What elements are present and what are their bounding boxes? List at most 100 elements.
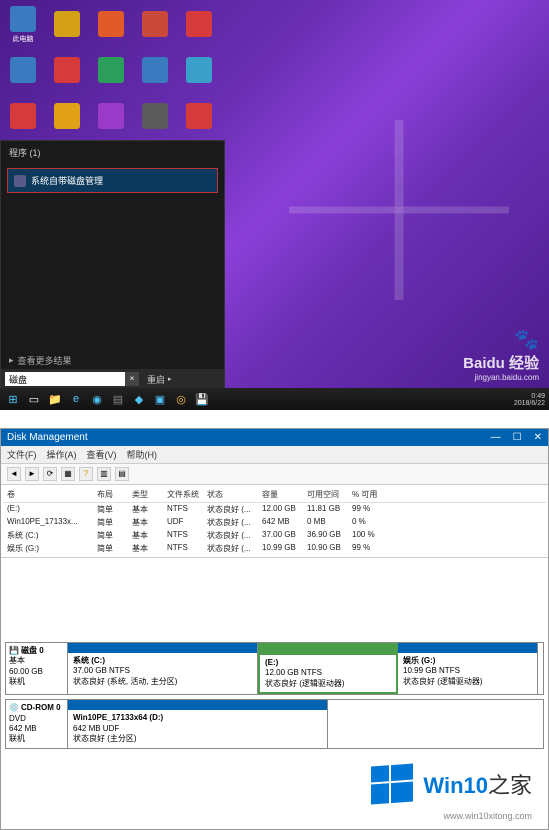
cdrom-row: 💿CD-ROM 0 DVD 642 MB 联机 Win10PE_17133x64…: [5, 699, 544, 749]
search-arrow-icon: ▸: [9, 355, 14, 366]
logo-area: Win10之家: [1, 757, 548, 811]
desktop-icon[interactable]: [137, 51, 173, 91]
back-button[interactable]: ◄: [7, 467, 21, 481]
menu-item[interactable]: 帮助(H): [127, 450, 158, 460]
chevron-right-icon: ▸: [168, 375, 172, 383]
cdrom-name: CD-ROM 0: [21, 703, 61, 713]
cdrom-status: 联机: [9, 734, 64, 744]
windows-logo-icon: [371, 763, 413, 804]
view2-button[interactable]: ▤: [115, 467, 129, 481]
desktop-icons-grid: 此电脑: [5, 5, 219, 137]
column-header[interactable]: 卷: [7, 489, 97, 500]
refresh-button[interactable]: ⟳: [43, 467, 57, 481]
edge-icon[interactable]: ◉: [88, 391, 106, 407]
system-tray: 0:49 2018/6/22: [514, 393, 545, 407]
desktop-icon[interactable]: 此电脑: [5, 5, 41, 45]
menu-item[interactable]: 查看(V): [87, 450, 117, 460]
props-button[interactable]: ▦: [61, 467, 75, 481]
disk-mgmt-icon[interactable]: 💾: [193, 391, 211, 407]
view-button[interactable]: ▥: [97, 467, 111, 481]
disk-name: 磁盘 0: [21, 646, 44, 656]
desktop-icon[interactable]: [93, 51, 129, 91]
paw-icon: 🐾: [514, 329, 539, 351]
desktop-icon[interactable]: [181, 5, 217, 45]
disk-graphical-view: 💾磁盘 0 基本 60.00 GB 联机 系统 (C:)37.00 GB NTF…: [1, 638, 548, 757]
shutdown-label: 重启: [147, 373, 165, 386]
column-header[interactable]: 容量: [262, 489, 307, 500]
column-header[interactable]: 类型: [132, 489, 167, 500]
column-header[interactable]: % 可用: [352, 489, 387, 500]
table-row[interactable]: Win10PE_17133x...简单基本UDF状态良好 (...642 MB0…: [3, 516, 546, 529]
disk-0-row: 💾磁盘 0 基本 60.00 GB 联机 系统 (C:)37.00 GB NTF…: [5, 642, 544, 695]
desktop-icon[interactable]: [49, 51, 85, 91]
taskview-icon[interactable]: ▭: [25, 391, 43, 407]
fwd-button[interactable]: ►: [25, 467, 39, 481]
disk-type: 基本: [9, 656, 64, 666]
watermark-brand: Baidu 经验: [463, 355, 539, 372]
table-row[interactable]: (E:)简单基本NTFS状态良好 (...12.00 GB11.81 GB99 …: [3, 503, 546, 516]
desktop-icon[interactable]: [93, 97, 129, 137]
desktop-screenshot: 此电脑 程序 (1) 系统自带磁盘管理 ▸ 查看更多结果 × 重启 ▸ ⊞ ▭ …: [0, 0, 549, 410]
shutdown-button[interactable]: 重启 ▸: [147, 373, 172, 386]
volume-list: 卷布局类型文件系统状态容量可用空间% 可用 (E:)简单基本NTFS状态良好 (…: [1, 485, 548, 558]
partition[interactable]: Win10PE_17133x64 (D:) 642 MB UDF 状态良好 (主…: [68, 700, 328, 748]
disk-size: 60.00 GB: [9, 667, 64, 677]
folder-icon[interactable]: 📁: [46, 391, 64, 407]
ie-icon[interactable]: e: [67, 391, 85, 407]
cdrom-label[interactable]: 💿CD-ROM 0 DVD 642 MB 联机: [6, 700, 68, 748]
app-icon-4[interactable]: ◎: [172, 391, 190, 407]
table-row[interactable]: 系统 (C:)简单基本NTFS状态良好 (...37.00 GB36.90 GB…: [3, 529, 546, 542]
watermark-url: jingyan.baidu.com: [463, 373, 539, 382]
more-results-link[interactable]: ▸ 查看更多结果: [9, 354, 72, 367]
search-result-label: 系统自带磁盘管理: [31, 174, 103, 187]
menu-item[interactable]: 文件(F): [7, 450, 37, 460]
panel-header: 程序 (1): [1, 141, 224, 164]
part-name: Win10PE_17133x64 (D:): [73, 713, 163, 722]
search-bar: × 重启 ▸: [1, 369, 224, 389]
part-status: 状态良好 (主分区): [73, 734, 137, 743]
cdrom-type: DVD: [9, 714, 64, 724]
part-size: 642 MB UDF: [73, 724, 119, 733]
wallpaper-graphic: [289, 120, 509, 300]
minimize-icon[interactable]: —: [491, 432, 501, 443]
disk-0-label[interactable]: 💾磁盘 0 基本 60.00 GB 联机: [6, 643, 68, 694]
desktop-icon[interactable]: [49, 97, 85, 137]
search-result-item[interactable]: 系统自带磁盘管理: [7, 168, 218, 193]
tray-date: 2018/6/22: [514, 400, 545, 407]
column-header[interactable]: 布局: [97, 489, 132, 500]
desktop-icon[interactable]: [137, 97, 173, 137]
column-header[interactable]: 文件系统: [167, 489, 207, 500]
desktop-icon[interactable]: [181, 51, 217, 91]
spacer: [1, 558, 548, 638]
desktop-icon[interactable]: [93, 5, 129, 45]
desktop-icon[interactable]: [5, 97, 41, 137]
column-header[interactable]: 状态: [207, 489, 262, 500]
maximize-icon[interactable]: ☐: [513, 432, 522, 443]
help-button[interactable]: ?: [79, 467, 93, 481]
baidu-watermark: 🐾 Baidu 经验 jingyan.baidu.com: [463, 327, 539, 382]
start-button[interactable]: ⊞: [4, 391, 22, 407]
menu-bar: 文件(F) 操作(A) 查看(V) 帮助(H): [1, 446, 548, 464]
partition[interactable]: 娱乐 (G:)10.99 GB NTFS状态良好 (逻辑驱动器): [398, 643, 538, 694]
clear-icon[interactable]: ×: [125, 372, 139, 386]
disk-icon: [14, 175, 26, 187]
logo-url: www.win10xitong.com: [1, 811, 548, 829]
taskbar: ⊞ ▭ 📁 e ◉ ▤ ◆ ▣ ◎ 💾: [0, 388, 549, 410]
menu-item[interactable]: 操作(A): [47, 450, 77, 460]
desktop-icon[interactable]: [181, 97, 217, 137]
close-icon[interactable]: ✕: [534, 432, 542, 443]
app-icon-2[interactable]: ◆: [130, 391, 148, 407]
search-input[interactable]: [5, 372, 125, 386]
partition[interactable]: (E:)12.00 GB NTFS状态良好 (逻辑驱动器): [258, 643, 398, 694]
disk-management-window: Disk Management — ☐ ✕ 文件(F)操作(A)查看(V)帮助(…: [0, 428, 549, 830]
app-icon-3[interactable]: ▣: [151, 391, 169, 407]
desktop-icon[interactable]: [49, 5, 85, 45]
cdrom-size: 642 MB: [9, 724, 64, 734]
partition[interactable]: 系统 (C:)37.00 GB NTFS状态良好 (系统, 活动, 主分区): [68, 643, 258, 694]
table-row[interactable]: 娱乐 (G:)简单基本NTFS状态良好 (...10.99 GB10.90 GB…: [3, 542, 546, 555]
column-header[interactable]: 可用空间: [307, 489, 352, 500]
desktop-icon[interactable]: [5, 51, 41, 91]
cd-icon: 💿: [9, 703, 19, 713]
app-icon[interactable]: ▤: [109, 391, 127, 407]
desktop-icon[interactable]: [137, 5, 173, 45]
